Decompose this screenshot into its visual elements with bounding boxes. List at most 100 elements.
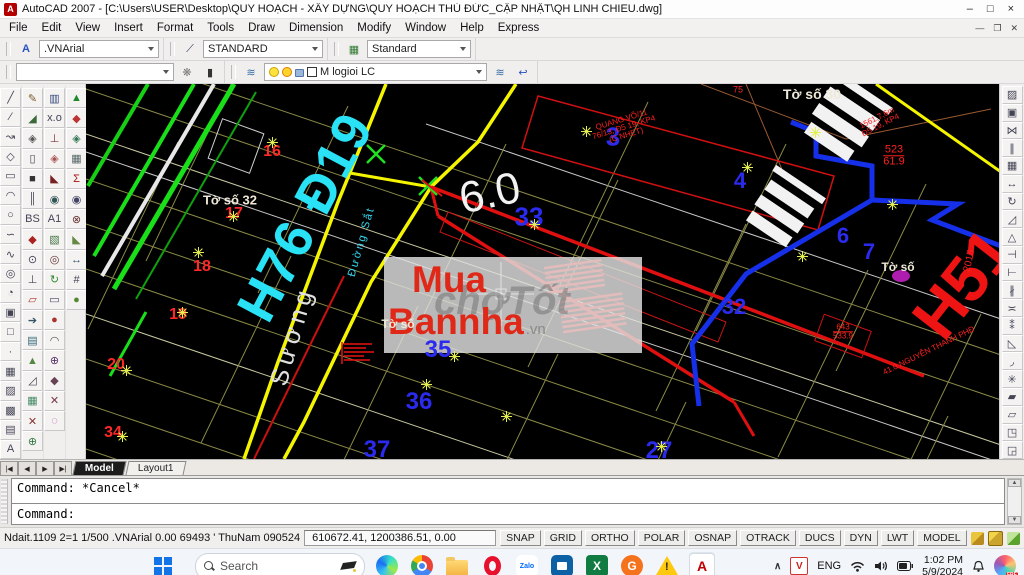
arc-icon[interactable]: ◠ (0, 185, 21, 206)
tab-nav-next[interactable]: ▶ (36, 461, 54, 475)
associated-files-icon[interactable] (1006, 531, 1020, 545)
mirror-icon[interactable]: ⋈ (1001, 121, 1023, 140)
hatch-icon[interactable]: ▦ (0, 361, 21, 381)
menu-format[interactable]: Format (150, 21, 200, 35)
bs-icon[interactable]: BS (22, 209, 43, 230)
menu-dimension[interactable]: Dimension (282, 21, 350, 35)
draworder-front-icon[interactable]: ▰ (1001, 388, 1023, 406)
region-icon[interactable]: ▩ (0, 400, 21, 421)
break-point-icon[interactable]: ∦ (1001, 281, 1023, 300)
taskbar-file-explorer[interactable] (444, 552, 470, 575)
offset-icon[interactable]: ∥ (1001, 139, 1023, 158)
arrow-icon[interactable]: ➔ (22, 310, 43, 331)
toggle-otrack[interactable]: OTRACK (740, 530, 796, 546)
tool-red-icon[interactable]: ◆ (22, 229, 43, 250)
draworder-under-icon[interactable]: ◲ (1001, 441, 1023, 460)
wifi-icon[interactable] (850, 560, 865, 572)
draworder-above-icon[interactable]: ◳ (1001, 423, 1023, 442)
tab-layout1[interactable]: Layout1 (125, 461, 186, 475)
dim-style-icon[interactable]: ⟋ (180, 40, 200, 58)
trim-icon[interactable]: ⊣ (1001, 245, 1023, 264)
dome-icon[interactable]: ◣ (66, 229, 87, 250)
tab-nav-prev[interactable]: ◀ (18, 461, 36, 475)
taskbar-warning-app[interactable]: ! (654, 552, 680, 575)
lock-toolbars-icon[interactable] (987, 530, 1003, 546)
menu-insert[interactable]: Insert (107, 21, 150, 35)
layer-color-swatch[interactable] (307, 67, 317, 77)
command-scrollbar[interactable]: ▲ ▼ (1007, 478, 1022, 525)
wedge-icon[interactable]: ◣ (44, 168, 65, 189)
layer-combo[interactable]: M logioi LC (264, 63, 487, 81)
mark-icon[interactable]: ◈ (66, 128, 87, 149)
extend-icon[interactable]: ⊢ (1001, 263, 1023, 282)
taskbar-clock[interactable]: 1:02 PM 5/9/2024 (922, 554, 963, 575)
volume-icon[interactable] (874, 560, 888, 572)
battery-icon[interactable] (897, 561, 914, 571)
perp-icon[interactable]: ⊥ (22, 269, 43, 290)
close-button[interactable]: × (1008, 3, 1014, 15)
book-icon[interactable]: ▤ (22, 330, 43, 351)
grid2-icon[interactable]: # (66, 269, 87, 290)
taskbar-ms-store[interactable] (549, 552, 575, 575)
taskbar-zalo[interactable]: Zalo (514, 552, 540, 575)
stretch-icon[interactable]: △ (1001, 228, 1023, 246)
text-style-icon[interactable]: A (16, 40, 36, 58)
xo-icon[interactable]: x.o (44, 108, 65, 129)
x2-icon[interactable]: ✕ (44, 390, 65, 411)
gem-icon[interactable]: ◆ (44, 370, 65, 391)
circle-icon[interactable]: ○ (0, 205, 21, 225)
toggle-model[interactable]: MODEL (917, 530, 967, 546)
menu-draw[interactable]: Draw (241, 21, 282, 35)
target-icon[interactable]: ◎ (44, 249, 65, 270)
erase-icon[interactable]: ▨ (1001, 86, 1023, 104)
menu-express[interactable]: Express (491, 21, 547, 35)
mline-icon[interactable]: ║ (22, 188, 43, 210)
layer-previous-icon[interactable]: ↩ (513, 63, 533, 81)
stake-icon[interactable]: ⊥ (44, 128, 65, 149)
dim-style-combo[interactable]: STANDARD (203, 40, 323, 58)
taskbar-edge[interactable] (374, 552, 400, 575)
slope-icon[interactable]: ◿ (22, 370, 43, 391)
taskbar-excel[interactable]: X (584, 552, 610, 575)
rotate-icon[interactable]: ↻ (1001, 192, 1023, 211)
crate-icon[interactable]: ▦ (66, 148, 87, 169)
menu-help[interactable]: Help (453, 21, 491, 35)
unikey-icon[interactable]: V (790, 557, 809, 575)
dot-icon[interactable]: ● (44, 310, 65, 331)
draworder-back-icon[interactable]: ▱ (1001, 405, 1023, 424)
revcloud-icon[interactable]: ∽ (0, 224, 21, 245)
flag-icon[interactable]: ◆ (66, 108, 87, 129)
tab-nav-first[interactable]: |◀ (0, 461, 18, 475)
command-input[interactable]: Command: (11, 504, 1005, 525)
layer-properties-icon[interactable]: ❋ (177, 63, 197, 81)
tray-chevron-icon[interactable]: ∧ (774, 561, 781, 572)
layer-lock-icon[interactable] (295, 69, 304, 77)
command-panel-grip[interactable] (1, 479, 8, 524)
tab-model[interactable]: Model (72, 461, 127, 475)
layers-stack-icon[interactable]: ≋ (241, 63, 261, 81)
copilot-fre-icon[interactable]: FRE (994, 555, 1018, 575)
array-icon[interactable]: ▦ (1001, 157, 1023, 175)
taskbar-chrome[interactable] (409, 552, 435, 575)
toggle-ortho[interactable]: ORTHO (585, 530, 635, 546)
ellipse-arc-icon[interactable]: ◔ (0, 283, 21, 303)
table-style-icon[interactable]: ▦ (344, 40, 364, 58)
table-style-combo[interactable]: Standard (367, 40, 471, 58)
point-icon[interactable]: · (0, 341, 21, 362)
join-icon[interactable]: ⁑ (1001, 316, 1023, 335)
frame-icon[interactable]: ▯ (22, 148, 43, 169)
menu-window[interactable]: Window (398, 21, 453, 35)
ellipse-icon[interactable]: ◎ (0, 263, 21, 284)
comm-center-icon[interactable] (970, 531, 984, 545)
edit-icon[interactable]: ◢ (22, 108, 43, 129)
pipes-icon[interactable]: ↔ (66, 249, 87, 270)
line-icon[interactable]: ╱ (0, 88, 21, 108)
hatch2-icon[interactable]: ▦ (22, 390, 43, 411)
break-icon[interactable]: ≍ (1001, 299, 1023, 317)
fillet-icon[interactable]: ◞ (1001, 352, 1023, 371)
mtext-icon[interactable]: A (0, 439, 21, 460)
pin-icon[interactable]: ⊕ (22, 431, 43, 452)
doc-restore-button[interactable]: ❐ (993, 23, 1001, 34)
toggle-dyn[interactable]: DYN (843, 530, 878, 546)
notifications-bell-icon[interactable] (972, 560, 985, 573)
